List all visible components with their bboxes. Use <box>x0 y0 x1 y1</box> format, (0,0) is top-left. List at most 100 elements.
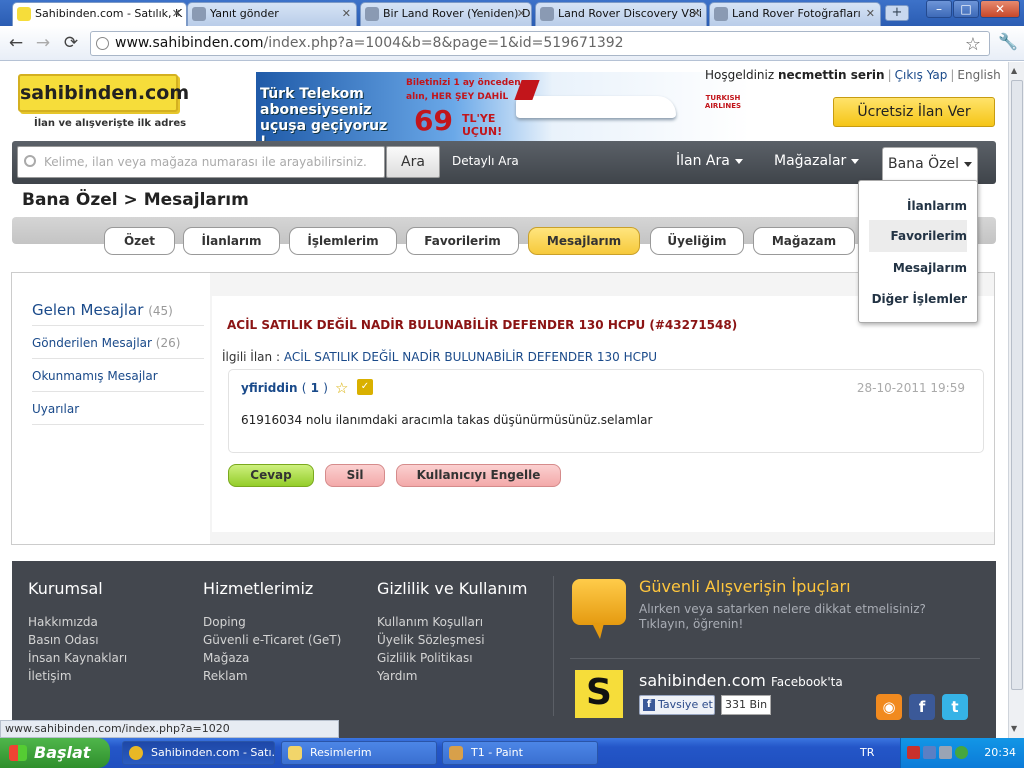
bookmark-star-icon[interactable]: ☆ <box>965 33 981 56</box>
browser-tab-yanit[interactable]: Yanıt gönder ✕ <box>187 2 357 26</box>
sender-name[interactable]: yfiriddin <box>241 381 298 395</box>
footer-link[interactable]: Yardım <box>377 669 417 683</box>
tab-favorilerim[interactable]: Favorilerim <box>406 227 519 255</box>
facebook-icon[interactable]: f <box>909 694 935 720</box>
close-tab-icon[interactable]: ✕ <box>517 3 526 25</box>
taskbar-item-resimlerim[interactable]: Resimlerim <box>281 741 437 765</box>
vertical-scrollbar[interactable]: ▲ ▼ <box>1008 62 1024 738</box>
speech-bubble-icon <box>572 579 626 639</box>
search-placeholder: Kelime, ilan veya mağaza numarası ile ar… <box>44 155 367 169</box>
update-icon[interactable] <box>955 746 968 759</box>
block-user-button[interactable]: Kullanıcıyı Engelle <box>396 464 561 487</box>
gmail-icon[interactable] <box>907 746 920 759</box>
divider <box>32 325 204 326</box>
tab-islemlerim[interactable]: İşlemlerim <box>289 227 397 255</box>
search-icon <box>24 155 36 167</box>
minimize-button[interactable]: – <box>926 0 952 18</box>
search-bar: Kelime, ilan veya mağaza numarası ile ar… <box>12 141 996 185</box>
volume-icon[interactable] <box>939 746 952 759</box>
dropdown-item-favorilerim[interactable]: Favorilerim <box>869 220 967 252</box>
taskbar-item-paint[interactable]: T1 - Paint <box>442 741 598 765</box>
footer-link[interactable]: İnsan Kaynakları <box>28 651 127 665</box>
nav-ilan-ara[interactable]: İlan Ara <box>676 153 743 169</box>
safe-shopping-tips-title[interactable]: Güvenli Alışverişin İpuçları <box>639 577 851 596</box>
tab-ozet[interactable]: Özet <box>104 227 175 255</box>
language-link[interactable]: English <box>957 68 1000 82</box>
footer-link[interactable]: Güvenli e-Ticaret (GeT) <box>203 633 341 647</box>
dropdown-item-diger-islemler[interactable]: Diğer İşlemler <box>872 292 967 306</box>
footer-link[interactable]: Reklam <box>203 669 248 683</box>
rss-icon[interactable]: ◉ <box>876 694 902 720</box>
logout-link[interactable]: Çıkış Yap <box>895 68 948 82</box>
twitter-icon[interactable]: t <box>942 694 968 720</box>
taskbar-item-chrome[interactable]: Sahibinden.com - Satı... <box>122 741 275 765</box>
browser-tab-sahibinden[interactable]: Sahibinden.com - Satılık, K ✕ <box>12 2 187 26</box>
start-button[interactable]: Başlat <box>0 738 110 768</box>
sidebar-item-uyarilar[interactable]: Uyarılar <box>32 402 79 416</box>
advanced-search-link[interactable]: Detaylı Ara <box>452 154 519 168</box>
sidebar-item-gelen[interactable]: Gelen Mesajlar (45) <box>32 301 173 319</box>
search-button[interactable]: Ara <box>386 146 440 178</box>
language-indicator[interactable]: TR <box>860 746 874 759</box>
footer-link[interactable]: Gizlilik Politikası <box>377 651 473 665</box>
tab-ilanlarim[interactable]: İlanlarım <box>183 227 280 255</box>
close-window-button[interactable]: ✕ <box>980 0 1020 18</box>
footer-link[interactable]: Üyelik Sözleşmesi <box>377 633 485 647</box>
browser-toolbar: ← → ⟳ www.sahibinden.com/index.php?a=100… <box>0 26 1024 61</box>
sidebar-item-label: Gelen Mesajlar <box>32 301 144 319</box>
web-page: sahibinden.com İlan ve alışverişte ilk a… <box>0 62 1008 738</box>
related-listing-link[interactable]: ACİL SATILIK DEĞİL NADİR BULUNABİLİR DEF… <box>284 350 657 364</box>
browser-tab-title: Land Rover Discovery V8'i <box>558 7 702 20</box>
sidebar-item-gonderilen[interactable]: Gönderilen Mesajlar (26) <box>32 336 180 350</box>
url-host: www.sahibinden.com <box>115 35 264 51</box>
forward-icon[interactable]: → <box>32 33 54 53</box>
windows-logo-icon <box>9 745 27 761</box>
tab-magazam[interactable]: Mağazam <box>753 227 855 255</box>
footer-link[interactable]: Basın Odası <box>28 633 99 647</box>
browser-tab-land-rover-1[interactable]: Bir Land Rover (Yeniden) D ✕ <box>360 2 532 26</box>
free-listing-button[interactable]: Ücretsiz İlan Ver <box>833 97 995 127</box>
facebook-icon: f <box>643 699 655 711</box>
scrollbar-thumb[interactable] <box>1011 80 1023 690</box>
footer-link[interactable]: Kullanım Koşulları <box>377 615 483 629</box>
footer-link[interactable]: İletişim <box>28 669 72 683</box>
chevron-down-icon <box>734 158 743 164</box>
safe-shopping-tips-text[interactable]: Alırken veya satarken nelere dikkat etme… <box>639 602 929 632</box>
tab-uyeligim[interactable]: Üyeliğim <box>650 227 744 255</box>
close-tab-icon[interactable]: ✕ <box>172 3 181 25</box>
sender-score[interactable]: 1 <box>311 381 319 395</box>
tab-mesajlarim[interactable]: Mesajlarım <box>528 227 640 255</box>
search-input[interactable]: Kelime, ilan veya mağaza numarası ile ar… <box>17 146 385 178</box>
address-bar[interactable]: www.sahibinden.com/index.php?a=1004&b=8&… <box>90 31 990 56</box>
close-tab-icon[interactable]: ✕ <box>866 3 875 25</box>
dropdown-item-ilanlarim[interactable]: İlanlarım <box>907 199 967 213</box>
page-favicon-icon <box>714 7 728 21</box>
footer-link[interactable]: Mağaza <box>203 651 249 665</box>
site-logo[interactable]: sahibinden.com <box>18 74 189 112</box>
sidebar-item-okunmamis[interactable]: Okunmamış Mesajlar <box>32 369 158 383</box>
nav-magazalar[interactable]: Mağazalar <box>774 153 860 169</box>
network-icon[interactable] <box>923 746 936 759</box>
delete-button[interactable]: Sil <box>325 464 385 487</box>
ad-banner[interactable]: Türk Telekom abonesiyseniz uçuşa geçiyor… <box>256 72 750 150</box>
browser-tab-land-rover-3[interactable]: Land Rover Fotoğrafları ✕ <box>709 2 881 26</box>
new-tab-button[interactable]: + <box>885 5 909 21</box>
windows-taskbar: Başlat Sahibinden.com - Satı... Resimler… <box>0 738 1024 768</box>
dropdown-item-mesajlarim[interactable]: Mesajlarım <box>893 261 967 275</box>
reload-icon[interactable]: ⟳ <box>60 33 82 53</box>
maximize-button[interactable]: □ <box>953 0 979 18</box>
wrench-menu-icon[interactable]: 🔧 <box>998 32 1018 51</box>
facebook-like-button[interactable]: f Tavsiye et <box>639 695 715 715</box>
sidebar-item-label: Gönderilen Mesajlar <box>32 336 152 350</box>
scroll-down-icon[interactable]: ▼ <box>1011 724 1017 733</box>
footer-link[interactable]: Hakkımızda <box>28 615 98 629</box>
footer-heading: Kurumsal <box>28 579 103 598</box>
close-tab-icon[interactable]: ✕ <box>342 3 351 25</box>
footer-link[interactable]: Doping <box>203 615 246 629</box>
scroll-up-icon[interactable]: ▲ <box>1011 66 1017 75</box>
close-tab-icon[interactable]: ✕ <box>692 3 701 25</box>
sidebar-item-label: Uyarılar <box>32 402 80 416</box>
reply-button[interactable]: Cevap <box>228 464 314 487</box>
back-icon[interactable]: ← <box>5 33 27 53</box>
browser-tab-land-rover-2[interactable]: Land Rover Discovery V8'i ✕ <box>535 2 707 26</box>
